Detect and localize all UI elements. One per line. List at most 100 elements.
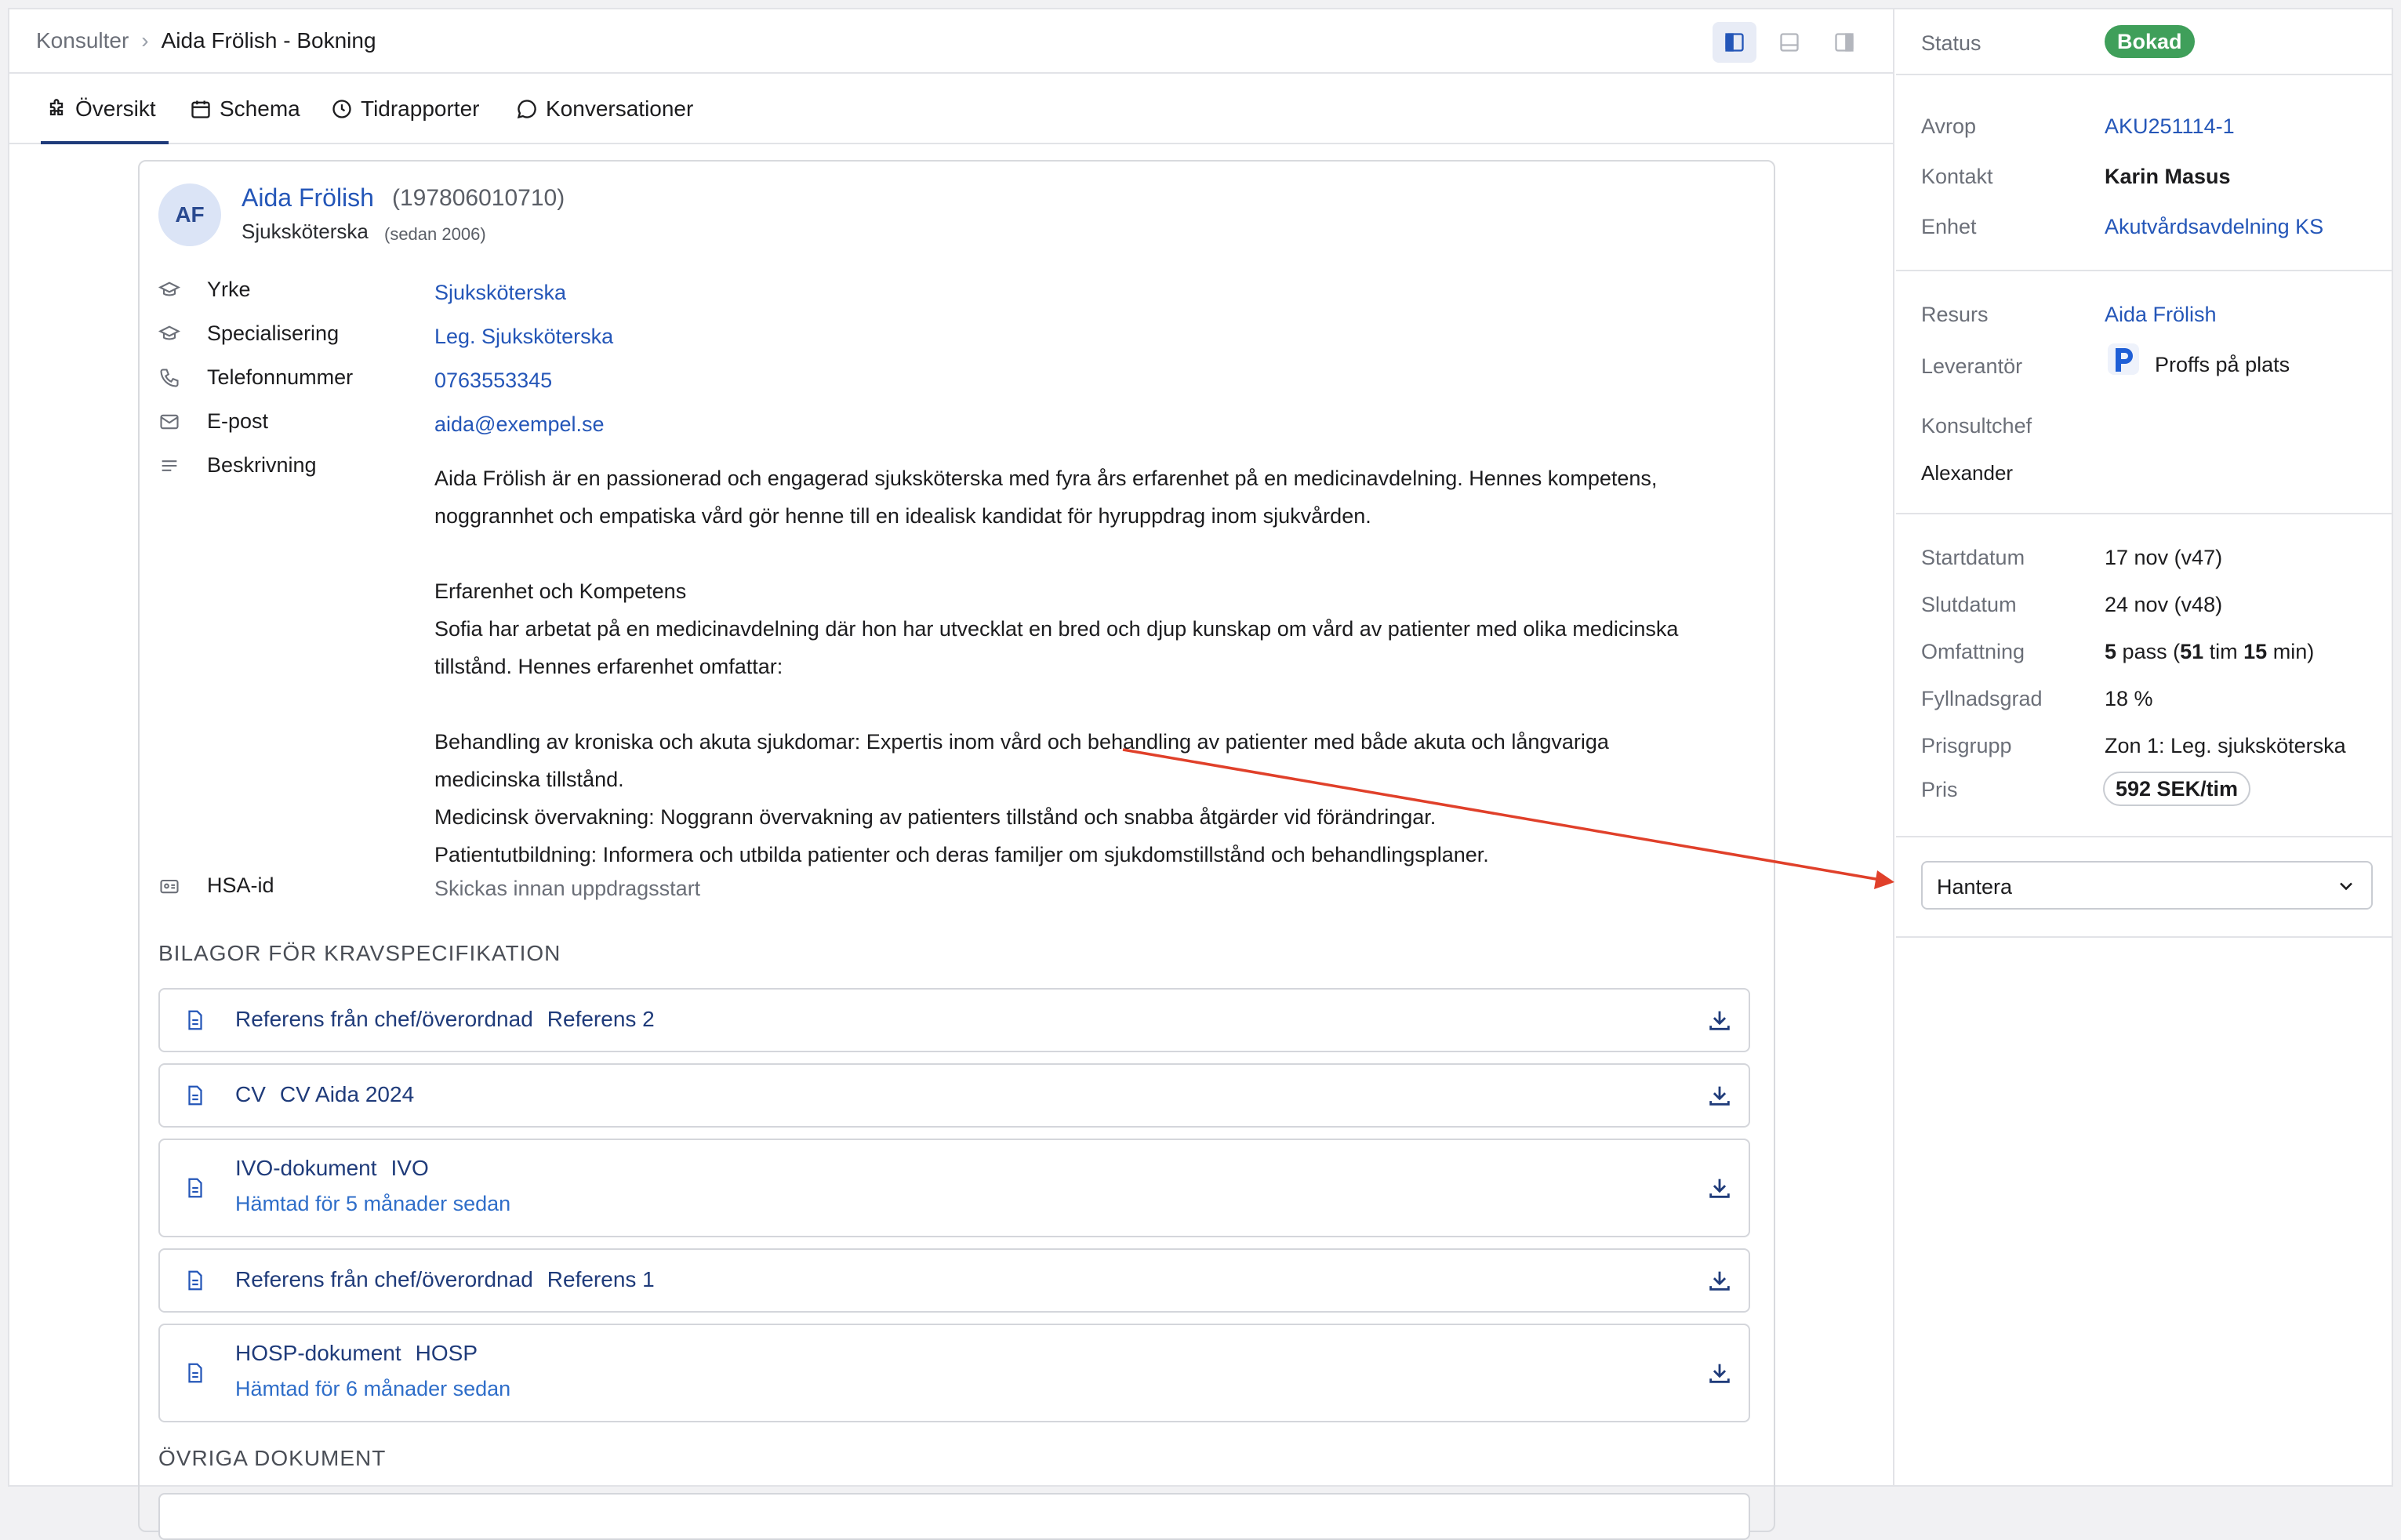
document-icon (183, 1008, 207, 1032)
detail-label: Telefonnummer (207, 365, 354, 389)
chevron-down-icon (2340, 882, 2352, 891)
graduation-cap-icon (158, 279, 181, 301)
detail-label: HSA-id (207, 874, 274, 897)
tab-label: Schema (220, 96, 300, 121)
detail-label: E-post (207, 409, 269, 433)
tab-konversationer[interactable]: Konversationer (516, 75, 693, 143)
consultant-role: Sjuksköterska (242, 220, 369, 243)
attachment-item[interactable]: Referens från chef/överordnad Referens 2 (158, 988, 1750, 1052)
attachment-fetched: Hämtad för 6 månader sedan (235, 1377, 511, 1400)
detail-label: Yrke (207, 278, 251, 301)
omfattning-label: Omfattning (1921, 640, 2025, 663)
resurs-link[interactable]: Aida Frölish (2105, 303, 2217, 327)
kontakt-label: Kontakt (1921, 165, 1993, 188)
schedule-block: Startdatum 17 nov (v47) Slutdatum 24 nov… (1896, 514, 2392, 837)
description-text: Aida Frölish är en passionerad och engag… (434, 459, 1752, 874)
calendar-icon (191, 100, 210, 118)
specialisering-link[interactable]: Leg. Sjuksköterska (434, 325, 613, 349)
tab-tidrapporter[interactable]: Tidrapporter (331, 75, 479, 143)
id-card-icon (158, 875, 180, 897)
panel-right-icon (1835, 33, 1854, 52)
supplier-logo-icon (2108, 343, 2139, 375)
attachment-item[interactable] (158, 1493, 1750, 1540)
download-icon[interactable] (1706, 1007, 1734, 1035)
tab-label: Konversationer (546, 96, 694, 121)
consultant-card: AF Aida Frölish (197806010710) Sjuksköte… (138, 160, 1775, 1540)
pris-label: Pris (1921, 778, 1958, 801)
attachment-title: IVO-dokument IVO (235, 1156, 429, 1180)
description-line: noggrannhet och empatiska vård gör henne… (434, 504, 1371, 528)
prisgrupp-value: Zon 1: Leg. sjuksköterska (2105, 734, 2346, 757)
role-since: (sedan 2006) (384, 224, 486, 244)
download-icon[interactable] (1706, 1267, 1734, 1295)
description-line: medicinska tillstånd. (434, 768, 624, 791)
phone-link[interactable]: 0763553345 (434, 369, 552, 393)
booking-window: Konsulter › Aida Frölish - Bokning Övers… (8, 8, 2393, 1540)
layout-left-panel-button[interactable] (1713, 22, 1756, 63)
omfattning-value: 5 pass (51 tim 15 min) (2105, 640, 2315, 663)
breadcrumb-root-link[interactable]: Konsulter (36, 28, 129, 53)
avatar: AF (158, 183, 221, 246)
main-panel: Konsulter › Aida Frölish - Bokning Övers… (9, 9, 1894, 1540)
startdatum-label: Startdatum (1921, 546, 2025, 569)
top-bar: Konsulter › Aida Frölish - Bokning (9, 9, 1893, 74)
description-line: Patientutbildning: Informera och utbilda… (434, 843, 1489, 866)
status-badge: Bokad (2105, 25, 2195, 58)
phone-icon (158, 367, 180, 389)
panel-left-icon (1725, 33, 1744, 52)
layout-bottom-panel-button[interactable] (1767, 22, 1811, 63)
attachment-item[interactable]: HOSP-dokument HOSP Hämtad för 6 månader s… (158, 1324, 1750, 1422)
download-icon[interactable] (1706, 1082, 1734, 1110)
tab-label: Översikt (75, 96, 156, 121)
puzzle-icon (49, 99, 64, 116)
breadcrumb: Konsulter › Aida Frölish - Bokning (36, 28, 376, 53)
tab-bar: Översikt Schema Tidrapporter Konversatio… (9, 75, 1893, 144)
chevron-right-icon: › (141, 28, 149, 53)
layout-right-panel-button[interactable] (1822, 22, 1866, 63)
graduation-cap-icon (158, 323, 181, 345)
hantera-selected-value: Hantera (1937, 875, 2013, 899)
price-pill: 592 SEK/tim (2103, 772, 2251, 806)
enhet-link[interactable]: Akutvårdsavdelning KS (2105, 215, 2323, 239)
document-icon (183, 1084, 207, 1107)
leverantor-value: Proffs på plats (2155, 353, 2290, 376)
consultant-name-link[interactable]: Aida Frölish (242, 183, 374, 212)
yrke-link[interactable]: Sjuksköterska (434, 281, 566, 305)
panel-bottom-icon (1780, 33, 1799, 52)
attachments-heading: BILAGOR FÖR KRAVSPECIFIKATION (158, 941, 561, 965)
description-line: Aida Frölish är en passionerad och engag… (434, 467, 1658, 490)
attachment-title: CV CV Aida 2024 (235, 1082, 415, 1106)
description-line: Erfarenhet och Kompetens (434, 579, 687, 603)
resource-block: Resurs Aida Frölish Leverantör Proffs på… (1896, 271, 2392, 514)
attachment-item[interactable]: Referens från chef/överordnad Referens 1 (158, 1248, 1750, 1313)
prisgrupp-label: Prisgrupp (1921, 734, 2012, 757)
other-docs-heading: ÖVRIGA DOKUMENT (158, 1446, 387, 1470)
slutdatum-value: 24 nov (v48) (2105, 593, 2223, 616)
description-line: tillstånd. Hennes erfarenhet omfattar: (434, 655, 783, 678)
avrop-link[interactable]: AKU251114-1 (2105, 114, 2235, 139)
resurs-label: Resurs (1921, 303, 1989, 326)
download-icon[interactable] (1706, 1360, 1734, 1388)
mail-icon (158, 411, 180, 433)
breadcrumb-current: Aida Frölish - Bokning (161, 28, 376, 53)
hantera-dropdown[interactable]: Hantera (1921, 861, 2373, 910)
booking-sidebar: Status Bokad Avrop AKU251114-1 Kontakt K… (1896, 9, 2392, 1485)
document-icon (183, 1361, 207, 1385)
download-icon[interactable] (1706, 1175, 1734, 1203)
detail-label: Specialisering (207, 321, 340, 345)
enhet-label: Enhet (1921, 215, 1977, 238)
attachment-item[interactable]: CV CV Aida 2024 (158, 1063, 1750, 1128)
konsultchef-label: Konsultchef (1921, 414, 2032, 438)
text-lines-icon (158, 455, 180, 477)
tab-oversikt[interactable]: Översikt (41, 75, 169, 144)
document-icon (183, 1269, 207, 1292)
hsa-value: Skickas innan uppdragsstart (434, 877, 701, 900)
document-icon (183, 1176, 207, 1200)
email-link[interactable]: aida@exempel.se (434, 412, 605, 437)
attachment-item[interactable]: IVO-dokument IVO Hämtad för 5 månader sed… (158, 1139, 1750, 1237)
description-line: Medicinsk övervakning: Noggrann övervakn… (434, 805, 1437, 829)
tab-schema[interactable]: Schema (190, 75, 300, 143)
order-block: Avrop AKU251114-1 Kontakt Karin Masus En… (1896, 75, 2392, 271)
tab-label: Tidrapporter (361, 96, 480, 121)
